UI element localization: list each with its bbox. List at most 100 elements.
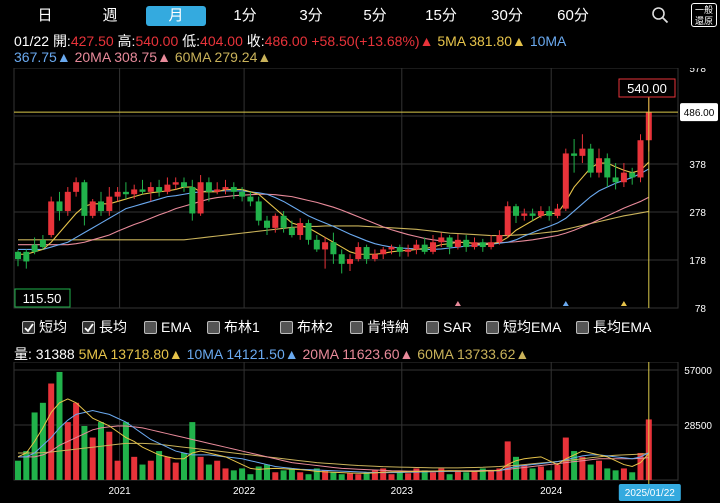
tab-3[interactable]: 月 bbox=[146, 6, 206, 26]
volume-bar[interactable] bbox=[629, 472, 636, 480]
candle[interactable] bbox=[205, 177, 212, 202]
indicator-toggle-7[interactable]: SAR bbox=[426, 318, 472, 336]
search-icon[interactable] bbox=[651, 6, 669, 24]
volume-bar[interactable] bbox=[255, 466, 262, 480]
volume-bar[interactable] bbox=[405, 473, 412, 480]
volume-bar[interactable] bbox=[604, 468, 611, 480]
candle[interactable] bbox=[521, 208, 528, 221]
candle[interactable] bbox=[620, 163, 627, 188]
tab-5[interactable]: 3分 bbox=[292, 6, 330, 26]
candle[interactable] bbox=[222, 179, 229, 195]
volume-bar[interactable] bbox=[463, 472, 470, 480]
volume-bar[interactable] bbox=[15, 460, 21, 480]
volume-bar[interactable] bbox=[131, 456, 138, 480]
volume-bar[interactable] bbox=[430, 472, 436, 480]
candle[interactable] bbox=[380, 247, 387, 260]
tab-6[interactable]: 5分 bbox=[356, 6, 394, 26]
volume-bar[interactable] bbox=[446, 474, 453, 480]
event-marker-icon[interactable] bbox=[620, 301, 627, 306]
indicator-toggle-2[interactable]: 長均 bbox=[82, 318, 127, 336]
candle[interactable] bbox=[164, 177, 171, 195]
indicator-toggle-9[interactable]: 長均EMA bbox=[576, 318, 651, 336]
volume-bar[interactable] bbox=[438, 468, 445, 480]
candle[interactable] bbox=[330, 232, 337, 264]
volume-bar[interactable] bbox=[89, 437, 96, 480]
candle[interactable] bbox=[629, 167, 636, 185]
volume-bar[interactable] bbox=[388, 474, 395, 480]
volume-bar[interactable] bbox=[197, 456, 204, 480]
candle[interactable] bbox=[355, 242, 362, 262]
volume-bar[interactable] bbox=[214, 460, 221, 480]
indicator-toggle-6[interactable]: 肯特納 bbox=[350, 318, 409, 336]
volume-bar[interactable] bbox=[114, 460, 121, 480]
volume-bar[interactable] bbox=[396, 472, 403, 480]
volume-bar[interactable] bbox=[546, 470, 553, 480]
event-marker-icon[interactable] bbox=[454, 301, 461, 306]
volume-bar[interactable] bbox=[288, 468, 295, 480]
candle[interactable] bbox=[15, 250, 21, 267]
volume-bar[interactable] bbox=[612, 470, 619, 480]
candle[interactable] bbox=[405, 244, 412, 257]
volume-bar[interactable] bbox=[39, 402, 46, 480]
candle[interactable] bbox=[363, 244, 370, 264]
volume-bar[interactable] bbox=[264, 464, 270, 480]
candle[interactable] bbox=[504, 201, 511, 238]
checkbox-unchecked-icon[interactable] bbox=[207, 321, 220, 334]
volume-bar[interactable] bbox=[529, 468, 536, 480]
volume-bar[interactable] bbox=[139, 464, 146, 480]
volume-bar[interactable] bbox=[280, 470, 287, 480]
checkbox-unchecked-icon[interactable] bbox=[144, 321, 157, 334]
volume-bar[interactable] bbox=[554, 464, 561, 480]
volume-bar[interactable] bbox=[147, 460, 154, 480]
checkbox-unchecked-icon[interactable] bbox=[426, 321, 439, 334]
volume-bar[interactable] bbox=[64, 422, 71, 480]
candle[interactable] bbox=[388, 244, 395, 255]
candle[interactable] bbox=[214, 182, 221, 195]
candle[interactable] bbox=[637, 134, 644, 183]
candle[interactable] bbox=[197, 175, 204, 216]
candle[interactable] bbox=[230, 182, 237, 200]
candle[interactable] bbox=[562, 148, 569, 212]
adjust-mode-button[interactable]: 一般 還原 bbox=[691, 3, 717, 27]
volume-bar[interactable] bbox=[620, 468, 627, 480]
candle[interactable] bbox=[338, 249, 345, 274]
volume-bar[interactable] bbox=[222, 468, 229, 480]
candle[interactable] bbox=[446, 235, 453, 255]
indicator-toggle-4[interactable]: 布林1 bbox=[207, 318, 260, 336]
candle[interactable] bbox=[23, 249, 30, 269]
checkbox-unchecked-icon[interactable] bbox=[486, 321, 499, 334]
volume-bar[interactable] bbox=[172, 462, 179, 480]
tab-4[interactable]: 1分 bbox=[226, 6, 264, 26]
event-marker-icon[interactable] bbox=[562, 301, 569, 306]
candle[interactable] bbox=[89, 199, 96, 219]
candle[interactable] bbox=[347, 254, 353, 272]
candle[interactable] bbox=[579, 134, 586, 164]
volume-bar[interactable] bbox=[164, 456, 171, 480]
volume-bar[interactable] bbox=[338, 474, 345, 480]
tab-1[interactable]: 日 bbox=[30, 6, 60, 26]
volume-bar[interactable] bbox=[471, 471, 478, 480]
volume-bar[interactable] bbox=[537, 466, 544, 480]
candle[interactable] bbox=[264, 215, 270, 236]
volume-bar[interactable] bbox=[122, 422, 129, 480]
volume-bar[interactable] bbox=[347, 473, 353, 480]
candle[interactable] bbox=[297, 218, 304, 240]
indicator-toggle-5[interactable]: 布林2 bbox=[280, 318, 333, 336]
candle[interactable] bbox=[305, 219, 312, 245]
volume-bar[interactable] bbox=[239, 468, 246, 480]
candle[interactable] bbox=[322, 237, 329, 269]
volume-bar[interactable] bbox=[48, 383, 55, 480]
candle[interactable] bbox=[255, 196, 262, 226]
volume-bar[interactable] bbox=[413, 468, 420, 480]
candle[interactable] bbox=[48, 196, 55, 238]
candle[interactable] bbox=[181, 177, 187, 192]
candle[interactable] bbox=[413, 239, 420, 255]
checkbox-unchecked-icon[interactable] bbox=[576, 321, 589, 334]
volume-bar[interactable] bbox=[330, 472, 337, 480]
candle[interactable] bbox=[189, 179, 196, 221]
candle[interactable] bbox=[604, 153, 611, 188]
candle[interactable] bbox=[73, 177, 80, 197]
candle[interactable] bbox=[139, 179, 146, 195]
candle[interactable] bbox=[122, 182, 129, 200]
candle[interactable] bbox=[313, 235, 320, 252]
